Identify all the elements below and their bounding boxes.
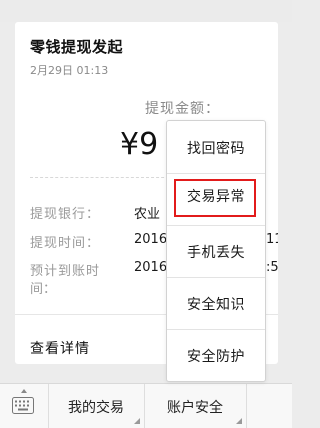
eta-value: 2016	[134, 260, 168, 275]
account-security-popup-menu: 找回密码 交易异常 手机丢失 安全知识 安全防护	[166, 120, 266, 382]
tab-my-transactions[interactable]: 我的交易	[48, 384, 145, 428]
time-label: 提现时间：	[30, 236, 101, 251]
submenu-indicator-icon	[236, 418, 242, 424]
popup-item-transaction-abnormal[interactable]: 交易异常	[167, 173, 265, 226]
popup-item-phone-lost[interactable]: 手机丢失	[167, 225, 265, 278]
popup-item-label: 交易异常	[187, 189, 245, 205]
keyboard-toggle-button[interactable]	[0, 384, 49, 428]
bank-label: 提现银行：	[30, 207, 101, 222]
eta-label: 预计到账时	[30, 264, 101, 279]
popup-item-security-knowledge[interactable]: 安全知识	[167, 277, 265, 330]
popup-item-label: 手机丢失	[187, 245, 245, 261]
view-details-link[interactable]: 查看详情	[30, 338, 90, 358]
tab-account-security-label: 账户安全	[167, 400, 223, 416]
caret-up-icon	[21, 389, 27, 393]
eta-label-line2: 间：	[30, 282, 57, 297]
amount-label: 提现金额：	[145, 101, 220, 117]
tab-partial[interactable]	[246, 384, 292, 428]
amount-value: ¥9	[120, 127, 159, 162]
top-strip	[0, 0, 292, 22]
popup-item-recover-password[interactable]: 找回密码	[167, 121, 265, 174]
tab-my-transactions-label: 我的交易	[68, 400, 124, 416]
eta-value-tail: :59	[266, 260, 278, 275]
time-value-tail: 11	[266, 232, 278, 247]
card-date: 2月29日 01:13	[30, 64, 109, 77]
submenu-indicator-icon	[134, 418, 140, 424]
popup-item-label: 找回密码	[187, 141, 245, 157]
keyboard-icon	[12, 397, 34, 414]
bank-value: 农业	[134, 207, 161, 222]
time-value: 2016	[134, 232, 168, 247]
popup-item-label: 安全知识	[187, 297, 245, 313]
popup-item-label: 安全防护	[187, 349, 245, 365]
popup-item-security-protection[interactable]: 安全防护	[167, 329, 265, 381]
tab-account-security[interactable]: 账户安全	[144, 384, 247, 428]
bottom-menu-bar: 我的交易 账户安全	[0, 383, 292, 428]
card-title: 零钱提现发起	[30, 38, 124, 56]
